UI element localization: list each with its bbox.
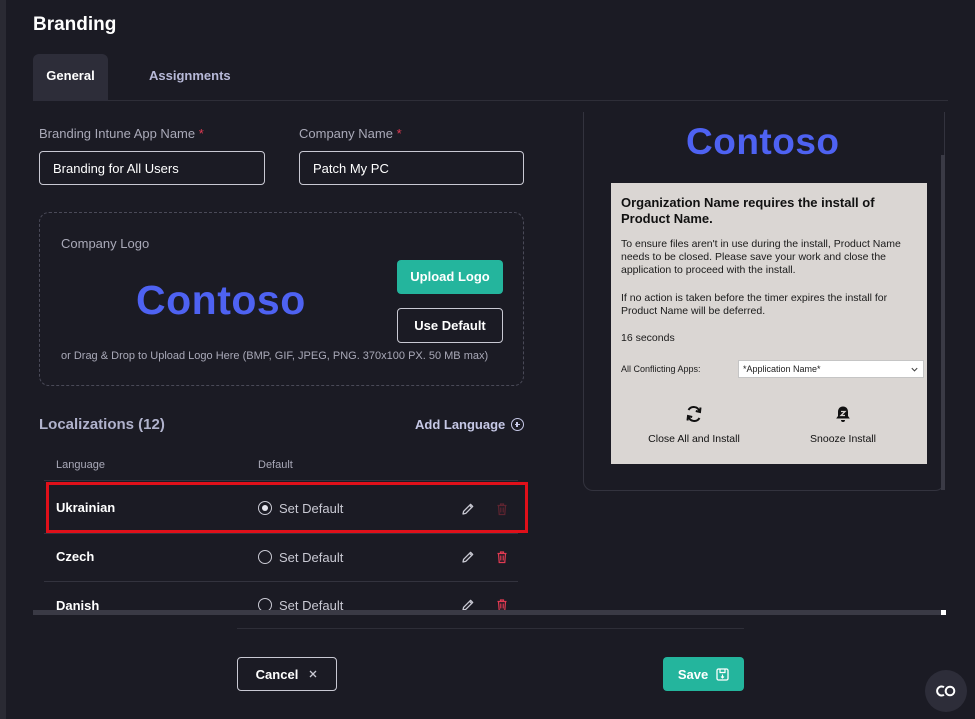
language-name: Czech <box>56 549 95 564</box>
dialog-apps-value: *Application Name* <box>743 364 821 374</box>
footer-divider <box>237 628 744 629</box>
company-name-label: Company Name * <box>299 126 402 141</box>
cancel-button[interactable]: Cancel <box>237 657 337 691</box>
vertical-scrollbar[interactable] <box>941 155 945 490</box>
logo-dropzone[interactable]: Company Logo Contoso Upload Logo Use Def… <box>39 212 524 386</box>
column-header-default: Default <box>258 459 293 471</box>
set-default-label: Set Default <box>279 501 344 516</box>
close-icon <box>309 670 317 678</box>
required-mark: * <box>396 126 402 141</box>
close-all-install-label: Close All and Install <box>648 433 740 445</box>
company-name-input[interactable] <box>299 151 524 185</box>
tab-general[interactable]: General <box>33 54 108 101</box>
set-default-radio[interactable] <box>258 550 272 564</box>
required-mark: * <box>198 126 204 141</box>
app-name-label-text: Branding Intune App Name <box>39 126 196 141</box>
app-name-label: Branding Intune App Name * <box>39 126 204 141</box>
upload-logo-button[interactable]: Upload Logo <box>397 260 503 294</box>
refresh-icon <box>686 406 702 422</box>
edit-pencil-icon[interactable] <box>461 502 475 516</box>
snooze-install-label: Snooze Install <box>810 433 876 445</box>
use-default-button[interactable]: Use Default <box>397 308 503 343</box>
chevron-down-icon <box>911 367 918 372</box>
preview-logo: Contoso <box>686 121 840 162</box>
snooze-bell-icon <box>836 406 850 422</box>
co-logo-icon <box>936 685 956 697</box>
set-default-label: Set Default <box>279 550 344 565</box>
app-name-input[interactable] <box>39 151 265 185</box>
save-label: Save <box>677 666 709 682</box>
add-language-button[interactable]: Add Language <box>415 417 525 432</box>
dialog-apps-label: All Conflicting Apps: <box>621 364 701 374</box>
dialog-timer: 16 seconds <box>621 332 675 344</box>
preview-dialog: Organization Name requires the install o… <box>611 183 927 464</box>
tab-assignments[interactable]: Assignments <box>149 54 231 101</box>
row-divider <box>44 581 518 582</box>
dialog-paragraph-1: To ensure files aren't in use during the… <box>621 238 901 276</box>
trash-icon[interactable] <box>495 502 509 516</box>
dialog-title: Organization Name requires the install o… <box>621 195 875 226</box>
set-default-radio[interactable] <box>258 501 272 515</box>
drop-hint: or Drag & Drop to Upload Logo Here (BMP,… <box>61 350 489 362</box>
co-logo-button[interactable] <box>925 670 967 712</box>
column-header-language: Language <box>56 459 105 471</box>
tab-bar: General Assignments <box>33 54 948 101</box>
company-name-label-text: Company Name <box>299 126 393 141</box>
save-disk-icon <box>716 667 729 681</box>
dialog-apps-select: *Application Name* <box>738 360 924 378</box>
localizations-title: Localizations (12) <box>39 416 165 433</box>
plus-circle-icon <box>511 418 525 431</box>
row-divider <box>44 533 518 534</box>
scrollbar-corner <box>941 610 946 615</box>
save-button[interactable]: Save <box>663 657 744 691</box>
add-language-label: Add Language <box>415 417 506 432</box>
left-edge-bar <box>0 0 6 719</box>
horizontal-scrollbar[interactable] <box>33 610 945 615</box>
trash-icon[interactable] <box>495 550 509 564</box>
cancel-label: Cancel <box>255 666 299 682</box>
dialog-paragraph-2: If no action is taken before the timer e… <box>621 292 888 317</box>
logo-preview: Contoso <box>136 277 306 323</box>
language-name: Ukrainian <box>56 500 116 515</box>
edit-pencil-icon[interactable] <box>461 550 475 564</box>
row-divider <box>44 480 518 481</box>
page-title: Branding <box>33 14 117 35</box>
logo-label: Company Logo <box>61 236 150 251</box>
